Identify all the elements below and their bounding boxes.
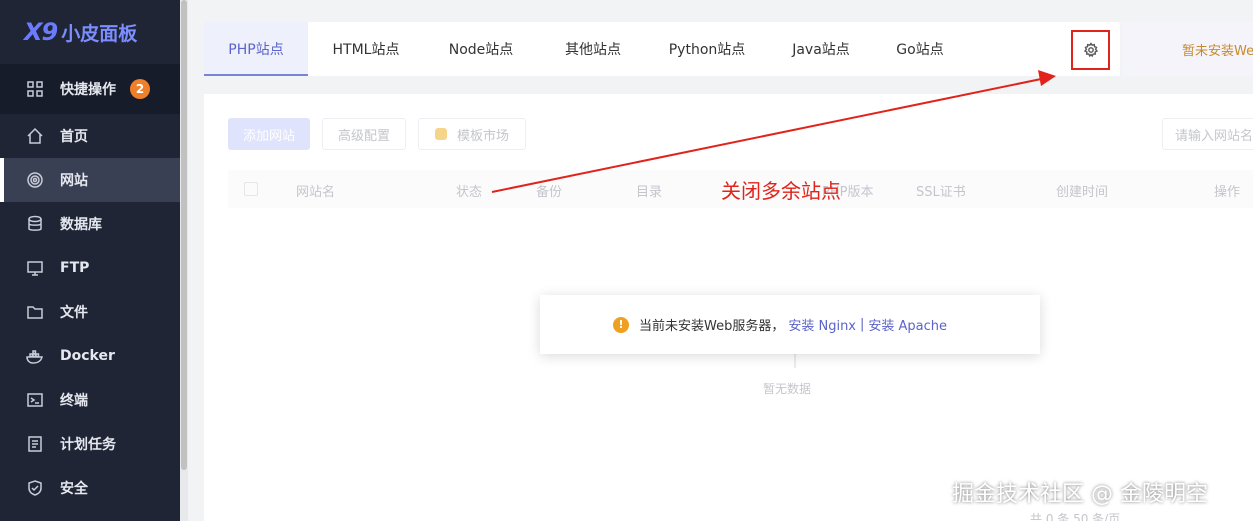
sidebar-item-label: 网站 bbox=[60, 173, 88, 189]
col-backup: 备份 bbox=[536, 185, 563, 200]
database-icon bbox=[26, 215, 44, 233]
install-nginx-link[interactable]: 安装 Nginx bbox=[788, 315, 856, 334]
tab-label: Go站点 bbox=[896, 42, 944, 58]
gear-icon bbox=[1083, 42, 1098, 58]
sidebar-item-label: Docker bbox=[60, 348, 115, 364]
sidebar-item-label: 终端 bbox=[60, 393, 88, 409]
link-separator: | bbox=[860, 317, 865, 332]
sidebar-item-label: 计划任务 bbox=[60, 437, 116, 453]
sidebar-item-label: 安全 bbox=[60, 481, 88, 497]
sidebar-item-scheduled-tasks[interactable]: 计划任务 bbox=[0, 422, 180, 466]
search-placeholder: 请输入网站名 bbox=[1175, 128, 1253, 144]
sidebar-item-label: 文件 bbox=[60, 305, 88, 321]
sidebar-item-label: FTP bbox=[60, 260, 90, 276]
empty-state-text: 暂无数据 bbox=[763, 382, 812, 396]
sidebar-item-quick-actions[interactable]: 快捷操作 2 bbox=[0, 64, 180, 114]
shield-icon bbox=[26, 479, 44, 497]
logo[interactable]: X9 小皮面板 bbox=[0, 0, 180, 64]
folder-icon bbox=[26, 303, 44, 321]
site-type-tabs: PHP站点 HTML站点 Node站点 其他站点 Python站点 Java站点… bbox=[204, 22, 1120, 76]
logo-text: 小皮面板 bbox=[61, 22, 138, 45]
install-apache-link[interactable]: 安装 Apache bbox=[868, 315, 947, 334]
home-icon bbox=[26, 127, 44, 145]
count-badge: 2 bbox=[130, 79, 150, 99]
dialog-message: 当前未安装Web服务器， bbox=[639, 319, 785, 334]
tab-php-sites[interactable]: PHP站点 bbox=[204, 22, 308, 76]
button-label: 高级配置 bbox=[337, 128, 390, 144]
sidebar-item-home[interactable]: 首页 bbox=[0, 114, 180, 158]
sidebar-item-docker[interactable]: Docker bbox=[0, 334, 180, 378]
sidebar-item-terminal[interactable]: 终端 bbox=[0, 378, 180, 422]
tab-label: 其他站点 bbox=[565, 42, 621, 58]
col-created: 创建时间 bbox=[1056, 185, 1109, 200]
add-site-button[interactable]: 添加网站 bbox=[228, 118, 310, 150]
button-label: 模板市场 bbox=[456, 128, 509, 144]
tab-label: Node站点 bbox=[448, 42, 514, 58]
sidebar-item-ftp[interactable]: FTP bbox=[0, 246, 180, 290]
watermark: 掘金技术社区 @ 金陵明空 bbox=[952, 482, 1208, 507]
sidebar-item-label: 首页 bbox=[60, 129, 88, 145]
template-icon bbox=[434, 128, 447, 140]
sidebar: X9 小皮面板 快捷操作 2 首页 网站 数据库 FTP 文件 Docker 终… bbox=[0, 0, 180, 521]
col-actions: 操作 bbox=[1214, 185, 1241, 200]
pagination-text: 共 0 条 50 条/页 bbox=[1030, 512, 1121, 521]
site-search-input[interactable]: 请输入网站名 bbox=[1162, 118, 1253, 150]
grid-icon bbox=[26, 80, 44, 98]
tab-settings-button[interactable] bbox=[1071, 30, 1110, 70]
server-not-installed-notice[interactable]: 暂未安装We bbox=[1122, 22, 1253, 76]
schedule-icon bbox=[26, 435, 44, 453]
terminal-icon bbox=[26, 391, 44, 409]
col-ssl: SSL证书 bbox=[916, 185, 966, 200]
docker-icon bbox=[26, 347, 44, 365]
tab-label: Java站点 bbox=[792, 42, 850, 58]
tab-java-sites[interactable]: Java站点 bbox=[766, 22, 876, 76]
tab-node-sites[interactable]: Node站点 bbox=[424, 22, 538, 76]
sidebar-item-database[interactable]: 数据库 bbox=[0, 202, 180, 246]
sidebar-item-websites[interactable]: 网站 bbox=[0, 158, 180, 202]
col-site-name: 网站名 bbox=[296, 185, 336, 200]
advanced-config-button[interactable]: 高级配置 bbox=[322, 118, 406, 150]
globe-icon bbox=[26, 171, 44, 189]
ftp-icon bbox=[26, 259, 44, 277]
annotation-text: 关闭多余站点 bbox=[721, 179, 841, 203]
select-all-checkbox[interactable] bbox=[244, 182, 258, 196]
tab-python-sites[interactable]: Python站点 bbox=[648, 22, 766, 76]
tab-other-sites[interactable]: 其他站点 bbox=[538, 22, 648, 76]
col-status: 状态 bbox=[456, 185, 483, 200]
web-server-missing-dialog: ! 当前未安装Web服务器， 安装 Nginx | 安装 Apache bbox=[540, 295, 1040, 354]
notice-text: 暂未安装We bbox=[1182, 43, 1253, 59]
tab-label: PHP站点 bbox=[228, 42, 284, 58]
sidebar-item-label: 数据库 bbox=[60, 217, 102, 233]
sidebar-item-security[interactable]: 安全 bbox=[0, 466, 180, 510]
col-directory: 目录 bbox=[636, 185, 663, 200]
logo-mark: X9 bbox=[24, 18, 58, 46]
sidebar-item-files[interactable]: 文件 bbox=[0, 290, 180, 334]
button-label: 添加网站 bbox=[242, 128, 295, 144]
tab-html-sites[interactable]: HTML站点 bbox=[308, 22, 424, 76]
template-market-button[interactable]: 模板市场 bbox=[418, 118, 526, 150]
tab-label: Python站点 bbox=[668, 42, 746, 58]
tab-label: HTML站点 bbox=[332, 42, 400, 58]
tab-go-sites[interactable]: Go站点 bbox=[876, 22, 964, 76]
sidebar-item-label: 快捷操作 bbox=[60, 82, 116, 98]
sidebar-scroll-thumb[interactable] bbox=[181, 0, 187, 470]
warning-icon: ! bbox=[613, 316, 629, 333]
